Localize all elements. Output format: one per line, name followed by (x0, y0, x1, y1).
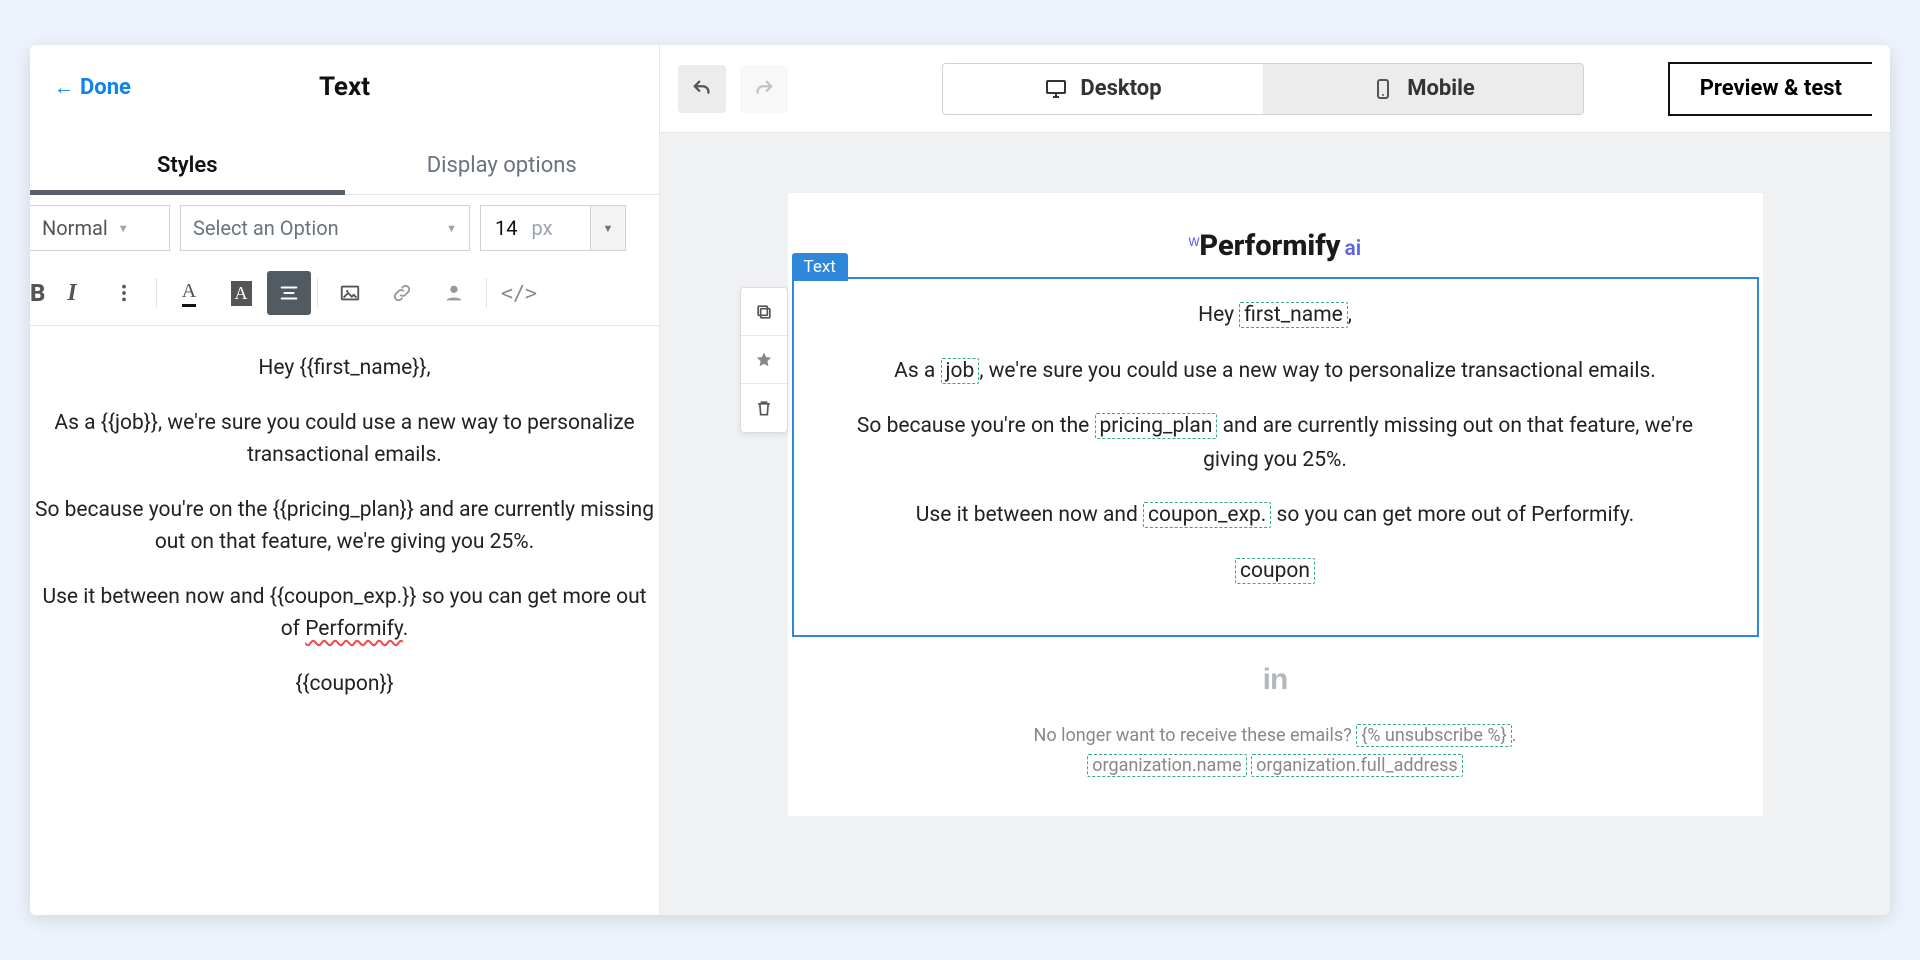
tab-display-options[interactable]: Display options (345, 135, 660, 194)
more-format-button[interactable] (98, 271, 150, 315)
font-size-control: 14 px ▼ (480, 205, 626, 251)
linkedin-icon[interactable]: in (1263, 663, 1288, 696)
block-tag: Text (792, 253, 848, 281)
font-size-stepper[interactable]: ▼ (590, 205, 626, 251)
duplicate-block-button[interactable] (741, 288, 787, 336)
editor-panel: ← Done Text Styles Display options Norma… (30, 45, 660, 915)
done-label: Done (80, 75, 131, 100)
var-coupon: coupon (1235, 558, 1315, 584)
text-color-button[interactable]: A (163, 271, 215, 315)
var-job: job (941, 358, 980, 384)
email-body: Hey first_name, As a job, we're sure you… (834, 299, 1717, 589)
block-actions (740, 287, 788, 433)
chevron-down-icon: ▼ (118, 222, 129, 235)
spark-icon: ʷ (1189, 232, 1198, 257)
heading-select[interactable]: Normal ▼ (30, 205, 170, 251)
mobile-icon (1371, 77, 1395, 101)
separator (486, 278, 487, 308)
var-first-name: first_name (1239, 302, 1348, 328)
undo-icon (691, 78, 713, 100)
desktop-icon (1044, 77, 1068, 101)
canvas[interactable]: ʷPerformifyai Text (660, 133, 1890, 915)
preview-toolbar: Desktop Mobile Preview & test (660, 45, 1890, 133)
text-block[interactable]: Text Hey first_n (792, 277, 1759, 637)
font-size-input[interactable]: 14 px (480, 205, 590, 251)
trash-icon (754, 398, 774, 418)
insert-image-button[interactable] (324, 271, 376, 315)
undo-button[interactable] (678, 65, 726, 113)
done-button[interactable]: ← Done (54, 75, 131, 100)
redo-button[interactable] (740, 65, 788, 113)
var-org-name: organization.name (1087, 754, 1246, 777)
text-editor[interactable]: Hey {{first_name}}, As a {{job}}, we're … (30, 326, 659, 915)
separator (156, 278, 157, 308)
mobile-view-button[interactable]: Mobile (1263, 64, 1583, 114)
editor-header: ← Done Text (30, 45, 659, 117)
redo-icon (753, 78, 775, 100)
star-icon (754, 350, 774, 370)
separator (317, 278, 318, 308)
delete-block-button[interactable] (741, 384, 787, 432)
back-arrow-icon: ← (54, 77, 74, 97)
insert-merge-tag-button[interactable] (428, 271, 480, 315)
social-row: in (788, 663, 1763, 697)
favorite-block-button[interactable] (741, 336, 787, 384)
var-coupon-exp: coupon_exp. (1143, 502, 1271, 528)
kebab-icon (113, 282, 135, 304)
link-icon (391, 282, 413, 304)
viewport-switch: Desktop Mobile (942, 63, 1584, 115)
font-family-select[interactable]: Select an Option ▼ (180, 205, 470, 251)
code-view-button[interactable]: </> (493, 271, 545, 315)
format-toolbar: Normal ▼ Select an Option ▼ 14 px ▼ B (30, 195, 659, 326)
panel-title: Text (319, 72, 370, 102)
italic-button[interactable]: I (46, 271, 98, 315)
var-org-address: organization.full_address (1251, 754, 1463, 777)
preview-panel: Desktop Mobile Preview & test ʷPerformif… (660, 45, 1890, 915)
bold-button[interactable]: B (30, 271, 46, 315)
person-icon (443, 282, 465, 304)
var-pricing-plan: pricing_plan (1095, 413, 1218, 439)
bg-color-button[interactable]: A (215, 271, 267, 315)
preview-test-button[interactable]: Preview & test (1668, 62, 1872, 116)
duplicate-icon (754, 302, 774, 322)
align-center-icon (278, 282, 300, 304)
desktop-view-button[interactable]: Desktop (943, 64, 1263, 114)
email-card: ʷPerformifyai Text (788, 193, 1763, 816)
tab-styles[interactable]: Styles (30, 135, 345, 194)
brand-logo: ʷPerformifyai (788, 229, 1763, 263)
insert-link-button[interactable] (376, 271, 428, 315)
email-footer: No longer want to receive these emails? … (788, 721, 1763, 782)
align-center-button[interactable] (267, 271, 311, 315)
image-icon (339, 282, 361, 304)
app-frame: ← Done Text Styles Display options Norma… (30, 45, 1890, 915)
var-unsubscribe: {% unsubscribe %} (1356, 724, 1512, 747)
editor-tabs: Styles Display options (30, 135, 659, 195)
chevron-down-icon: ▼ (446, 222, 457, 235)
